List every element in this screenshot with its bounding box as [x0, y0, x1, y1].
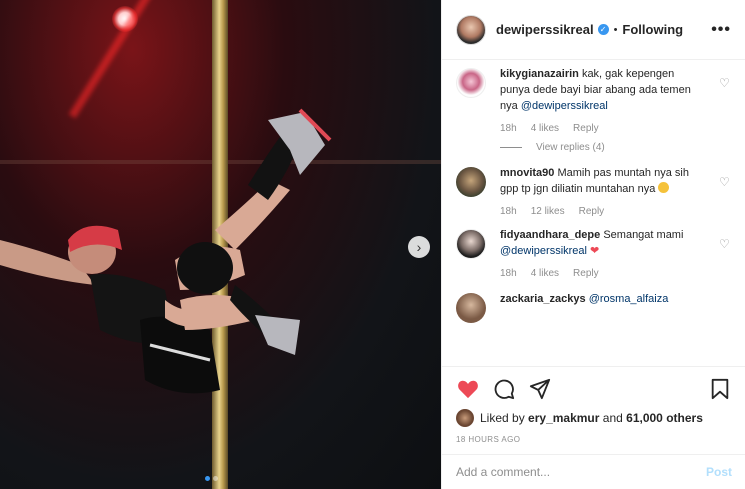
verified-badge-icon: ✓ — [597, 24, 609, 35]
post-media: › — [0, 0, 441, 489]
comment-input[interactable] — [456, 465, 706, 479]
liker-username[interactable]: ery_makmur — [528, 411, 599, 425]
bookmark-icon[interactable] — [708, 377, 732, 401]
comment-mention[interactable]: @rosma_alfaiza — [589, 293, 669, 305]
comment-likes[interactable]: 4 likes — [531, 123, 559, 134]
post-details-panel: dewiperssikreal ✓ • Following ••• kikygi… — [441, 0, 745, 489]
likes-count[interactable]: 61,000 others — [626, 411, 703, 425]
share-icon[interactable] — [528, 377, 552, 401]
author-username[interactable]: dewiperssikreal — [496, 22, 594, 37]
add-comment-bar: Post — [442, 454, 745, 489]
comment-text: fidyaandhara_depe Semangat mami @dewiper… — [500, 227, 696, 259]
like-heart-icon[interactable] — [456, 377, 480, 401]
comments-list[interactable]: kikygianazairin kak, gak kepengen punya … — [442, 60, 745, 366]
comment-likes[interactable]: 12 likes — [531, 206, 565, 217]
post-timestamp[interactable]: 18 HOURS AGO — [456, 435, 732, 444]
red-heart-emoji-icon: ❤ — [590, 245, 600, 257]
view-replies-label[interactable]: View replies (4) — [536, 142, 605, 153]
comment-text: kikygianazairin kak, gak kepengen punya … — [500, 66, 696, 114]
comment-likes[interactable]: 4 likes — [531, 268, 559, 279]
comment-time[interactable]: 18h — [500, 268, 517, 279]
comment-author[interactable]: mnovita90 — [500, 167, 554, 179]
commenter-avatar[interactable] — [456, 68, 486, 98]
commenter-avatar[interactable] — [456, 293, 486, 323]
reply-button[interactable]: Reply — [573, 268, 599, 279]
comment-time[interactable]: 18h — [500, 206, 517, 217]
dancer-figure — [0, 108, 332, 394]
comment-mention[interactable]: @dewiperssikreal — [500, 245, 587, 257]
heart-outline-icon[interactable]: ♡ — [719, 175, 731, 217]
comment-item: kikygianazairin kak, gak kepengen punya … — [456, 66, 731, 134]
comment-meta: 18h 12 likes Reply — [500, 206, 713, 217]
heart-outline-icon[interactable]: ♡ — [719, 237, 731, 279]
post-actions: Liked by ery_makmur and 61,000 others 18… — [442, 366, 745, 444]
comment-item: fidyaandhara_depe Semangat mami @dewiper… — [456, 227, 731, 279]
heart-outline-icon[interactable]: ♡ — [719, 76, 731, 134]
post-comment-button[interactable]: Post — [706, 465, 732, 479]
liked-by-and: and — [602, 411, 623, 425]
commenter-avatar[interactable] — [456, 167, 486, 197]
liked-by-prefix: Liked by — [480, 411, 525, 425]
reply-button[interactable]: Reply — [573, 123, 599, 134]
following-button[interactable]: Following — [622, 22, 683, 37]
comment-body: Semangat mami — [603, 229, 684, 241]
comment-author[interactable]: kikygianazairin — [500, 68, 579, 80]
comment-text: zackaria_zackys @rosma_alfaiza — [500, 291, 696, 307]
comment-item: zackaria_zackys @rosma_alfaiza — [456, 291, 731, 323]
comment-time[interactable]: 18h — [500, 123, 517, 134]
more-options-icon[interactable]: ••• — [711, 21, 731, 39]
post-header: dewiperssikreal ✓ • Following ••• — [442, 0, 745, 60]
comment-meta: 18h 4 likes Reply — [500, 268, 713, 279]
header-separator: • — [613, 23, 618, 36]
comment-meta: 18h 4 likes Reply — [500, 123, 713, 134]
grimace-emoji-icon — [658, 182, 670, 193]
carousel-dots — [205, 476, 218, 481]
view-replies[interactable]: View replies (4) — [500, 142, 731, 153]
next-slide-button[interactable]: › — [408, 236, 430, 258]
liker-avatar[interactable] — [456, 409, 474, 427]
commenter-avatar[interactable] — [456, 229, 486, 259]
comment-item: mnovita90 Mamih pas muntah nya sih gpp t… — [456, 165, 731, 217]
author-avatar[interactable] — [456, 14, 486, 45]
comment-text: mnovita90 Mamih pas muntah nya sih gpp t… — [500, 165, 696, 197]
comment-icon[interactable] — [492, 377, 516, 401]
comment-author[interactable]: zackaria_zackys — [500, 293, 586, 305]
likes-summary: Liked by ery_makmur and 61,000 others — [456, 409, 732, 427]
action-row — [456, 377, 732, 401]
comment-mention[interactable]: @dewiperssikreal — [521, 100, 608, 112]
replies-line — [500, 147, 522, 148]
carousel-dot — [213, 476, 218, 481]
carousel-dot-active — [205, 476, 210, 481]
comment-author[interactable]: fidyaandhara_depe — [500, 229, 600, 241]
reply-button[interactable]: Reply — [579, 206, 605, 217]
